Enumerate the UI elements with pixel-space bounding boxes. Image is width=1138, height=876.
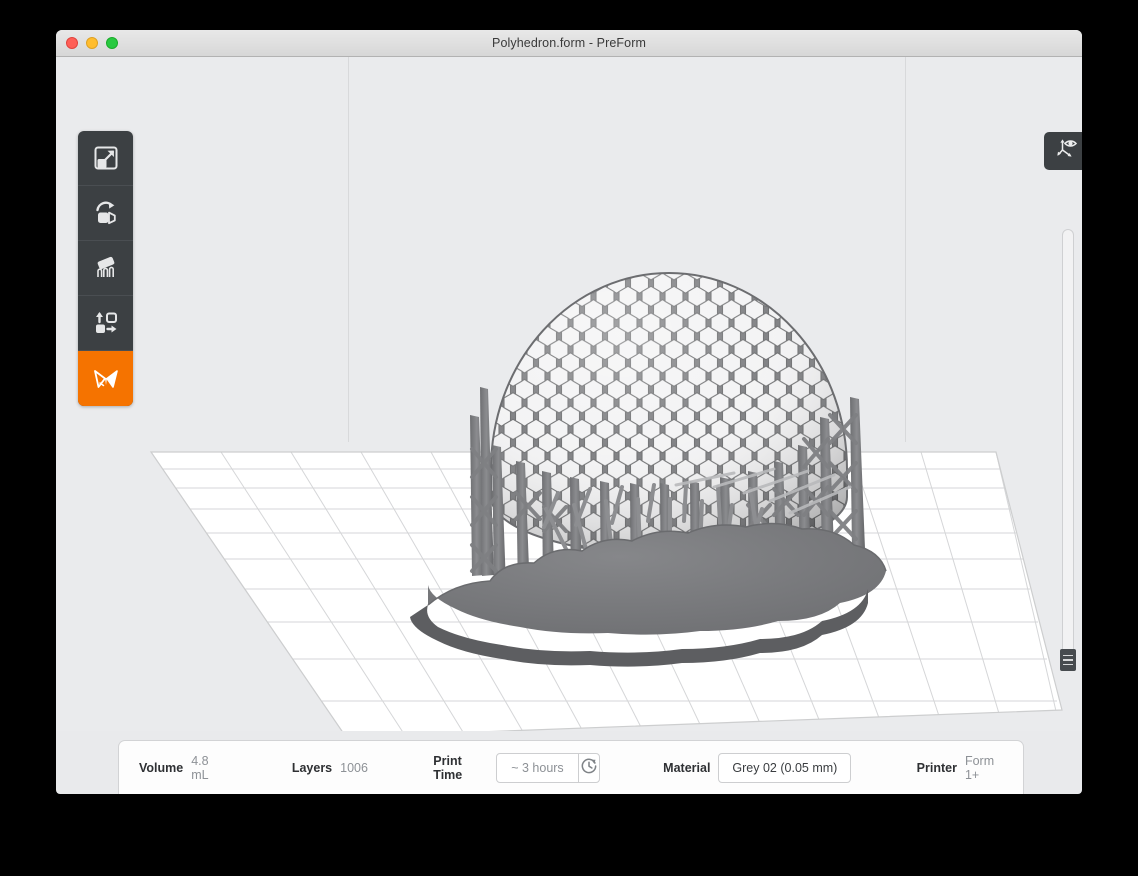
supports-icon bbox=[92, 254, 120, 282]
maximize-button[interactable] bbox=[106, 37, 118, 49]
slider-track[interactable] bbox=[1062, 229, 1074, 669]
minimize-button[interactable] bbox=[86, 37, 98, 49]
grip-line bbox=[1063, 654, 1073, 657]
layout-icon bbox=[92, 309, 120, 337]
supports-tool-button[interactable] bbox=[78, 241, 133, 296]
titlebar: Polyhedron.form - PreForm bbox=[56, 30, 1082, 57]
eye-axes-icon bbox=[1054, 136, 1080, 167]
grip-line bbox=[1063, 659, 1073, 661]
preform-window: Polyhedron.form - PreForm Volume 4.8 mL … bbox=[56, 30, 1082, 794]
rotate-tool-button[interactable] bbox=[78, 186, 133, 241]
print-time-group: Print Time ~ 3 hours bbox=[433, 752, 600, 783]
material-label: Material bbox=[663, 760, 711, 775]
printer-label: Printer bbox=[916, 760, 957, 775]
viewport-3d[interactable] bbox=[56, 57, 1082, 731]
printer-group: Printer Form 1+ bbox=[917, 754, 1003, 782]
material-group: Material Grey 02 (0.05 mm) bbox=[663, 752, 852, 783]
view-orientation-button[interactable] bbox=[1044, 132, 1082, 170]
height-slider[interactable] bbox=[1060, 229, 1076, 671]
scale-tool-button[interactable] bbox=[78, 131, 133, 186]
material-selector[interactable]: Grey 02 (0.05 mm) bbox=[718, 752, 852, 783]
layout-tool-button[interactable] bbox=[78, 296, 133, 351]
slider-handle[interactable] bbox=[1060, 649, 1076, 671]
print-time-label: Print Time bbox=[433, 753, 463, 782]
layers-value: 1006 bbox=[340, 760, 368, 775]
scale-icon bbox=[92, 144, 120, 172]
tool-strip bbox=[78, 131, 133, 406]
print-time-value: ~ 3 hours bbox=[511, 760, 564, 775]
volume-label: Volume bbox=[139, 760, 184, 775]
job-tool-button[interactable] bbox=[78, 351, 133, 406]
volume-value: 4.8 mL bbox=[191, 753, 209, 782]
window-title: Polyhedron.form - PreForm bbox=[492, 36, 646, 50]
rotate-icon bbox=[92, 199, 120, 227]
print-time-combo: ~ 3 hours bbox=[496, 752, 600, 783]
job-moth-icon bbox=[91, 365, 121, 393]
grip-line bbox=[1063, 663, 1073, 666]
model-polyhedron[interactable] bbox=[56, 57, 1082, 731]
volume-group: Volume 4.8 mL bbox=[139, 754, 221, 782]
recalculate-button[interactable] bbox=[577, 753, 599, 782]
refresh-clock-icon bbox=[580, 757, 598, 778]
layers-group: Layers 1006 bbox=[292, 761, 368, 775]
layers-label: Layers bbox=[291, 760, 333, 775]
printer-value: Form 1+ bbox=[964, 753, 995, 782]
close-button[interactable] bbox=[66, 37, 78, 49]
status-bar: Volume 4.8 mL Layers 1006 Print Time ~ 3… bbox=[118, 740, 1024, 794]
window-controls bbox=[66, 37, 118, 49]
